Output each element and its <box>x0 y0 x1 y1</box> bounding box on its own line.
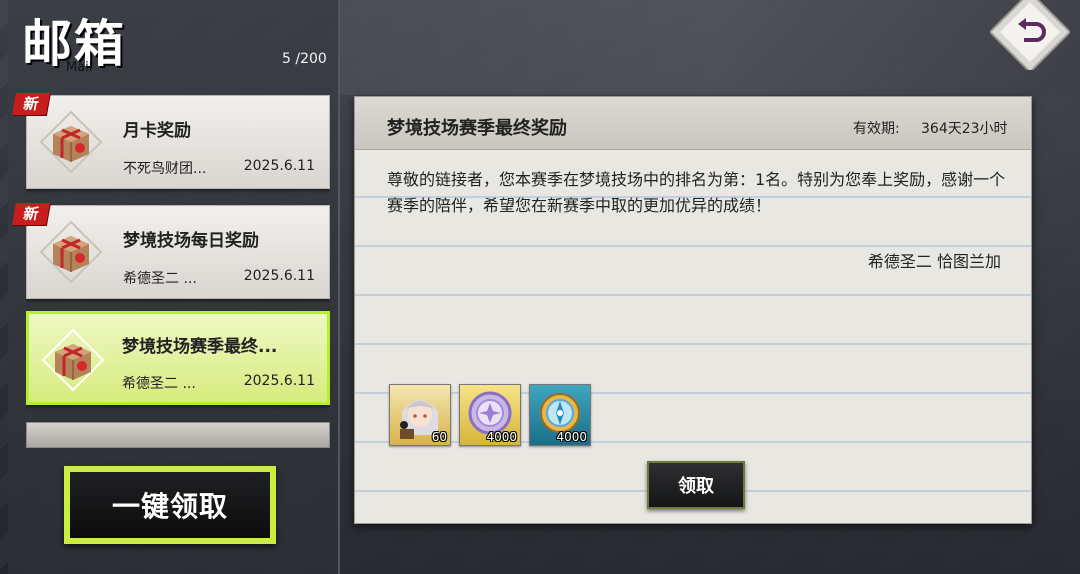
reward-qty: 4000 <box>556 430 587 444</box>
valid-period-value: 364天23小时 <box>921 121 1008 137</box>
mail-date: 2025.6.11 <box>243 373 315 389</box>
mail-subject: 梦境技场赛季最终... <box>122 337 278 357</box>
mail-count: 5 /200 <box>282 51 327 67</box>
mail-list[interactable]: 月卡奖励 不死鸟财团... 2025.6.11 梦境技场每日奖励 希德圣二 ..… <box>26 95 330 445</box>
claim-all-button[interactable]: 一键领取 <box>64 466 276 544</box>
mail-detail-title: 梦境技场赛季最终奖励 <box>387 118 567 139</box>
claim-button[interactable]: 领取 <box>647 461 745 509</box>
mail-sender: 希德圣二 ... <box>122 376 196 392</box>
parcel-icon <box>39 110 103 174</box>
new-badge: 新 <box>12 203 50 225</box>
mail-sender: 不死鸟财团... <box>123 161 207 177</box>
mail-date: 2025.6.11 <box>243 158 315 174</box>
reward-item-compass[interactable]: 4000 <box>529 384 591 446</box>
mail-detail-panel: 梦境技场赛季最终奖励 有效期: 364天23小时 尊敬的链接者，您本赛季在梦境技… <box>354 96 1032 524</box>
mail-signature: 希德圣二 恰图兰加 <box>867 252 1001 271</box>
mail-item-arena-daily[interactable]: 梦境技场每日奖励 希德圣二 ... 2025.6.11 <box>26 205 330 299</box>
mail-date: 2025.6.11 <box>243 268 315 284</box>
mail-subject: 梦境技场每日奖励 <box>123 231 259 251</box>
mail-detail-header: 梦境技场赛季最终奖励 有效期: 364天23小时 <box>355 97 1031 150</box>
mail-body: 尊敬的链接者，您本赛季在梦境技场中的排名为第：1名。特别为您奉上奖励，感谢一个赛… <box>387 170 1006 215</box>
parcel-icon <box>39 220 103 284</box>
mail-item-monthly-card[interactable]: 月卡奖励 不死鸟财团... 2025.6.11 <box>26 95 330 189</box>
reward-item-medal[interactable]: 4000 <box>459 384 521 446</box>
reward-qty: 4000 <box>486 430 517 444</box>
mail-subject: 月卡奖励 <box>123 121 191 141</box>
claim-all-button-inner: 一键领取 <box>70 472 270 538</box>
new-badge: 新 <box>12 93 50 115</box>
mail-sender: 希德圣二 ... <box>123 271 197 287</box>
valid-period-label: 有效期: <box>853 121 900 137</box>
parcel-icon <box>41 328 105 392</box>
reward-item-character[interactable]: 60 <box>389 384 451 446</box>
claim-button-label: 领取 <box>678 476 714 497</box>
back-icon[interactable] <box>990 0 1070 70</box>
reward-qty: 60 <box>431 430 447 444</box>
claim-all-label: 一键领取 <box>111 490 228 523</box>
page-subtitle: Mail <box>66 60 93 75</box>
mail-item-arena-season-final[interactable]: 梦境技场赛季最终... 希德圣二 ... 2025.6.11 <box>26 311 330 405</box>
mail-item-partial[interactable] <box>26 422 330 448</box>
